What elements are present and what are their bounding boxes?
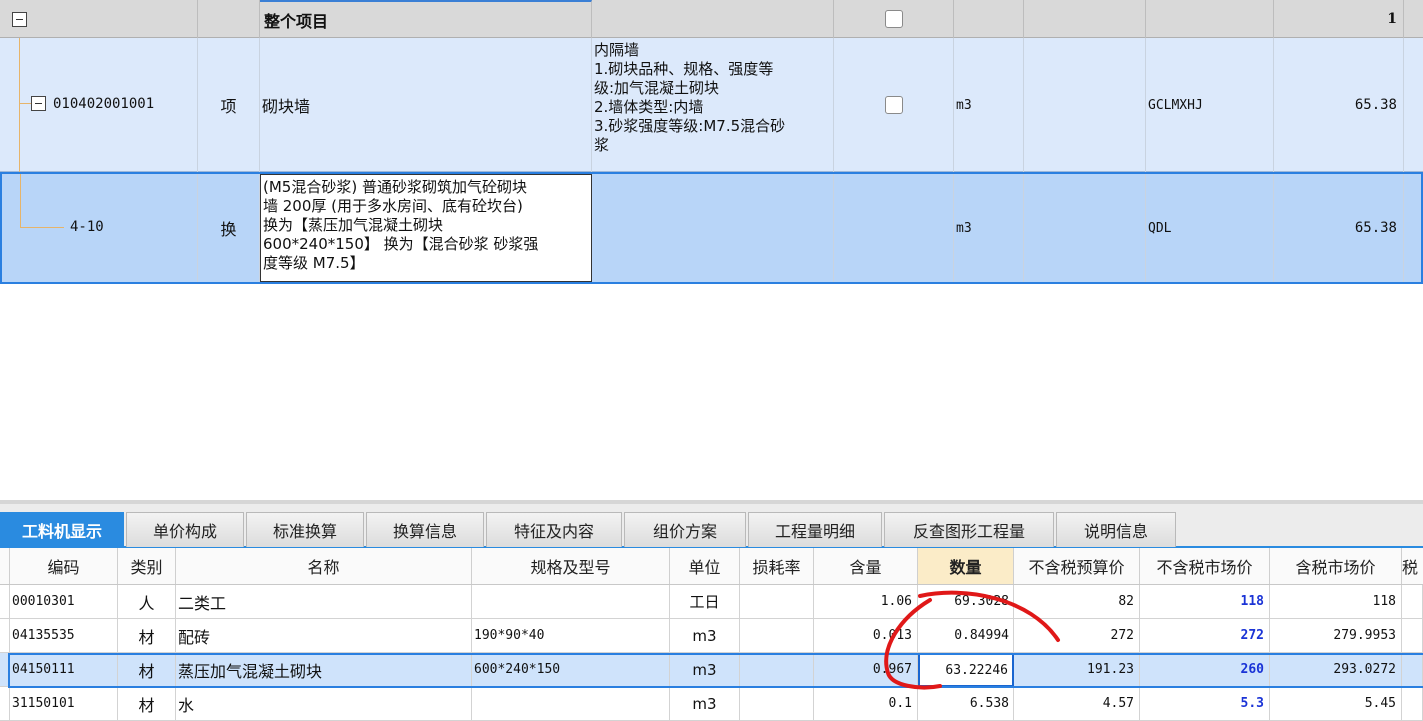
cell-market[interactable]: 5.3 bbox=[1140, 687, 1270, 721]
col-category[interactable]: 类别 bbox=[118, 548, 176, 584]
feature-line: 浆 bbox=[594, 136, 610, 154]
summary-title: 整个项目 bbox=[260, 0, 592, 38]
top-grid: 整个项目 1 010402001001 项 砌块墙 内隔墙 1.砌块品种、规格、… bbox=[0, 0, 1423, 285]
tab-features[interactable]: 特征及内容 bbox=[486, 512, 622, 547]
quota-name[interactable]: (M5混合砂浆) 普通砂浆砌筑加气砼砌块 墙 200厚 (用于多水房间、底有砼坎… bbox=[260, 174, 592, 282]
col-tax-truncated[interactable]: 税 bbox=[1402, 548, 1423, 584]
tab-material-display[interactable]: 工料机显示 bbox=[0, 512, 124, 547]
item-quantity: 65.38 bbox=[1274, 38, 1404, 172]
quota-code: 4-10 bbox=[70, 219, 104, 235]
quota-name-line: (M5混合砂浆) 普通砂浆砌筑加气砼砌块 bbox=[263, 178, 527, 196]
quota-type: 换 bbox=[198, 174, 260, 282]
quota-name-line: 墙 200厚 (用于多水房间、底有砼坎台) bbox=[263, 197, 523, 215]
annotation-mark bbox=[884, 590, 1060, 690]
feature-line: 级:加气混凝土砌块 bbox=[594, 79, 720, 97]
cell-name[interactable]: 配砖 bbox=[176, 619, 472, 653]
tree-line bbox=[19, 103, 31, 104]
feature-line: 3.砂浆强度等级:M7.5混合砂 bbox=[594, 117, 786, 135]
row-gutter[interactable] bbox=[0, 619, 10, 653]
cell-code[interactable]: 04135535 bbox=[10, 619, 118, 653]
row-gutter[interactable] bbox=[0, 653, 10, 687]
tab-unit-price[interactable]: 单价构成 bbox=[126, 512, 244, 547]
col-budget-price[interactable]: 不含税预算价 bbox=[1014, 548, 1140, 584]
cell-unit[interactable]: m3 bbox=[670, 653, 740, 687]
cell-name[interactable]: 蒸压加气混凝土砌块 bbox=[176, 653, 472, 687]
tab-graphic-quantity[interactable]: 反查图形工程量 bbox=[884, 512, 1054, 547]
col-quantity[interactable]: 数量 bbox=[918, 548, 1014, 584]
col-name[interactable]: 名称 bbox=[176, 548, 472, 584]
cell-cat[interactable]: 人 bbox=[118, 585, 176, 619]
cell--x[interactable] bbox=[1402, 585, 1423, 619]
cell-unit[interactable]: m3 bbox=[670, 687, 740, 721]
cell-market[interactable]: 118 bbox=[1140, 585, 1270, 619]
cell-tax-market[interactable]: 5.45 bbox=[1270, 687, 1402, 721]
cell-name[interactable]: 水 bbox=[176, 687, 472, 721]
col-loss-rate[interactable]: 损耗率 bbox=[740, 548, 814, 584]
feature-line: 2.墙体类型:内墙 bbox=[594, 98, 704, 116]
item-code: 010402001001 bbox=[53, 96, 155, 112]
tab-description[interactable]: 说明信息 bbox=[1056, 512, 1176, 547]
quota-unit: m3 bbox=[954, 174, 1024, 282]
cell-unit[interactable]: 工日 bbox=[670, 585, 740, 619]
tree-line bbox=[19, 38, 20, 172]
tab-pricing-plan[interactable]: 组价方案 bbox=[624, 512, 746, 547]
col-code[interactable]: 编码 bbox=[10, 548, 118, 584]
col-spec[interactable]: 规格及型号 bbox=[472, 548, 670, 584]
tree-line bbox=[20, 227, 64, 228]
cell--x[interactable] bbox=[1402, 653, 1423, 687]
item-checkbox[interactable] bbox=[884, 96, 903, 114]
collapse-icon[interactable] bbox=[31, 96, 46, 111]
tab-standard-conversion[interactable]: 标准换算 bbox=[246, 512, 364, 547]
summary-checkbox[interactable] bbox=[884, 10, 903, 28]
cell-loss[interactable] bbox=[740, 619, 814, 653]
cell-spec[interactable] bbox=[472, 687, 670, 721]
item-expression: GCLMXHJ bbox=[1146, 38, 1274, 172]
quota-row[interactable]: 4-10 换 (M5混合砂浆) 普通砂浆砌筑加气砼砌块 墙 200厚 (用于多水… bbox=[0, 172, 1423, 284]
cell--x[interactable] bbox=[1402, 619, 1423, 653]
quota-name-line: 换为【蒸压加气混凝土砌块 bbox=[263, 216, 444, 234]
quota-name-line: 度等级 M7.5】 bbox=[263, 254, 365, 272]
feature-line: 内隔墙 bbox=[594, 41, 640, 59]
cell-cat[interactable]: 材 bbox=[118, 653, 176, 687]
cell-cat[interactable]: 材 bbox=[118, 619, 176, 653]
quota-name-line: 600*240*150】 换为【混合砂浆 砂浆强 bbox=[263, 235, 539, 253]
cell-unit[interactable]: m3 bbox=[670, 619, 740, 653]
cell-tax-market[interactable]: 118 bbox=[1270, 585, 1402, 619]
summary-row[interactable]: 整个项目 1 bbox=[0, 0, 1423, 38]
quota-expression: QDL bbox=[1146, 174, 1274, 282]
cell-market[interactable]: 272 bbox=[1140, 619, 1270, 653]
cell-loss[interactable] bbox=[740, 687, 814, 721]
feature-line: 1.砌块品种、规格、强度等 bbox=[594, 60, 774, 78]
cell-code[interactable]: 00010301 bbox=[10, 585, 118, 619]
bill-item-row[interactable]: 010402001001 项 砌块墙 内隔墙 1.砌块品种、规格、强度等 级:加… bbox=[0, 38, 1423, 172]
cell-spec[interactable]: 190*90*40 bbox=[472, 619, 670, 653]
col-market-price[interactable]: 不含税市场价 bbox=[1140, 548, 1270, 584]
cell-tax-market[interactable]: 293.0272 bbox=[1270, 653, 1402, 687]
quota-quantity: 65.38 bbox=[1274, 174, 1404, 282]
cell-loss[interactable] bbox=[740, 653, 814, 687]
cell-spec[interactable] bbox=[472, 585, 670, 619]
cell--x[interactable] bbox=[1402, 687, 1423, 721]
cell-cat[interactable]: 材 bbox=[118, 687, 176, 721]
row-gutter[interactable] bbox=[0, 687, 10, 721]
cell-code[interactable]: 31150101 bbox=[10, 687, 118, 721]
tree-line bbox=[20, 174, 21, 228]
item-type: 项 bbox=[198, 38, 260, 172]
item-features: 内隔墙 1.砌块品种、规格、强度等 级:加气混凝土砌块 2.墙体类型:内墙 3.… bbox=[592, 38, 834, 172]
item-name: 砌块墙 bbox=[260, 38, 592, 172]
col-tax-market-price[interactable]: 含税市场价 bbox=[1270, 548, 1402, 584]
tab-quantity-detail[interactable]: 工程量明细 bbox=[748, 512, 882, 547]
col-unit[interactable]: 单位 bbox=[670, 548, 740, 584]
cell-spec[interactable]: 600*240*150 bbox=[472, 653, 670, 687]
cell-market[interactable]: 260 bbox=[1140, 653, 1270, 687]
cell-name[interactable]: 二类工 bbox=[176, 585, 472, 619]
item-unit: m3 bbox=[954, 38, 1024, 172]
cell-code[interactable]: 04150111 bbox=[10, 653, 118, 687]
col-content[interactable]: 含量 bbox=[814, 548, 918, 584]
cell-tax-market[interactable]: 279.9953 bbox=[1270, 619, 1402, 653]
summary-value: 1 bbox=[1274, 0, 1404, 38]
tab-conversion-info[interactable]: 换算信息 bbox=[366, 512, 484, 547]
cell-loss[interactable] bbox=[740, 585, 814, 619]
row-gutter[interactable] bbox=[0, 585, 10, 619]
